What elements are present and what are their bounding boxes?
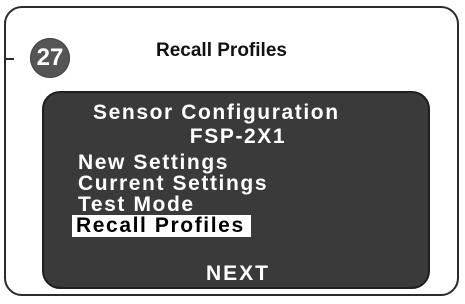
next-button[interactable]: NEXT (44, 263, 432, 285)
device-display: Sensor Configuration FSP-2X1 New Setting… (42, 91, 430, 289)
menu-item-new-settings[interactable]: New Settings (78, 152, 229, 174)
menu-item-recall-profiles-selected[interactable]: Recall Profiles (72, 215, 251, 237)
step-number-badge: 27 (30, 38, 70, 78)
step-title: Recall Profiles (156, 40, 287, 61)
instruction-panel: 27 Recall Profiles Sensor Configuration … (4, 6, 459, 296)
device-model: FSP-2X1 (189, 125, 287, 148)
menu-item-current-settings[interactable]: Current Settings (78, 173, 268, 195)
menu-item-test-mode[interactable]: Test Mode (78, 194, 195, 216)
screen-title: Sensor Configuration (93, 101, 340, 124)
panel-edge-mark (6, 58, 14, 60)
